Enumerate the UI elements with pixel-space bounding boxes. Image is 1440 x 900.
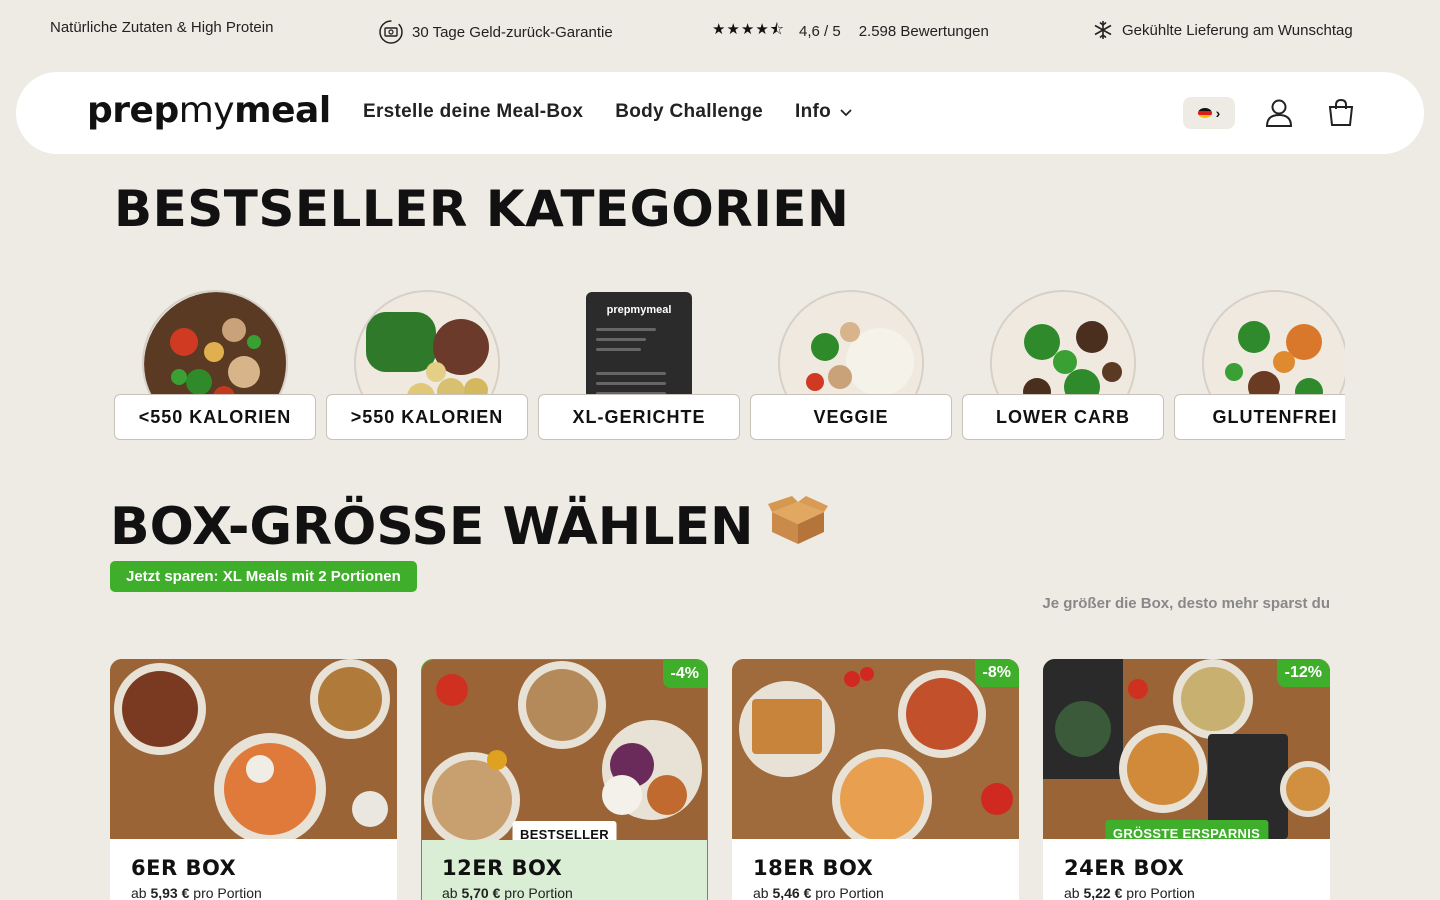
cart-icon[interactable] xyxy=(1326,98,1356,133)
logo-part-my: my xyxy=(178,90,235,131)
price-value: 5,46 € xyxy=(772,885,812,900)
package-text-line xyxy=(596,372,666,375)
category-glutenfree[interactable]: GLUTENFREI xyxy=(1174,288,1345,443)
category-label: <550 KALORIEN xyxy=(114,394,316,440)
review-count: 2.598 Bewertungen xyxy=(858,23,989,40)
discount-badge: -8% xyxy=(974,659,1019,687)
category-over-550[interactable]: >550 KALORIEN xyxy=(326,288,528,443)
category-veggie[interactable]: VEGGIE xyxy=(750,288,952,443)
box-title: 12ER BOX xyxy=(442,856,563,880)
bestseller-ribbon: BESTSELLER xyxy=(512,821,617,840)
category-label: >550 KALORIEN xyxy=(326,394,528,440)
logo-part-prep: prep xyxy=(87,90,179,131)
usp-delivery: Gekühlte Lieferung am Wunschtag xyxy=(1092,19,1353,41)
category-label: XL-GERICHTE xyxy=(538,394,740,440)
german-flag-icon xyxy=(1197,108,1212,118)
promo-badge[interactable]: Jetzt sparen: XL Meals mit 2 Portionen xyxy=(110,561,417,592)
price-suffix: pro Portion xyxy=(193,885,262,900)
usp-guarantee-text: 30 Tage Geld-zurück-Garantie xyxy=(412,23,613,41)
site-header: prepmymeal Erstelle deine Meal-Box Body … xyxy=(16,72,1424,154)
package-text-line xyxy=(596,382,666,385)
snowflake-icon xyxy=(1092,19,1114,41)
price-value: 5,70 € xyxy=(461,885,501,900)
user-icon[interactable] xyxy=(1265,98,1293,133)
package-text-line xyxy=(596,338,646,341)
money-back-icon xyxy=(378,19,404,45)
price-suffix: pro Portion xyxy=(504,885,573,900)
price-suffix: pro Portion xyxy=(1126,885,1195,900)
box-image: -12% GRÖSSTE ERSPARNIS xyxy=(1043,659,1330,839)
language-selector[interactable]: › xyxy=(1183,97,1235,129)
nav-info-label: Info xyxy=(794,101,832,122)
main-nav: Erstelle deine Meal-Box Body Challenge I… xyxy=(363,101,853,123)
usp-ingredients-text: Natürliche Zutaten & High Protein xyxy=(50,19,274,36)
box-size-title-text: BOX-GRÖSSE WÄHLEN xyxy=(110,496,754,557)
nav-challenge[interactable]: Body Challenge xyxy=(615,101,763,123)
price-prefix: ab xyxy=(131,885,147,900)
box-image xyxy=(110,659,397,839)
logo[interactable]: prepmymeal xyxy=(87,90,331,131)
price-value: 5,93 € xyxy=(150,885,190,900)
bestseller-title: BESTSELLER KATEGORIEN xyxy=(114,180,850,238)
usp-ingredients: Natürliche Zutaten & High Protein xyxy=(50,19,273,36)
category-lower-carb[interactable]: LOWER CARB xyxy=(962,288,1164,443)
package-logo: prepmymeal xyxy=(606,304,672,316)
best-savings-ribbon: GRÖSSTE ERSPARNIS xyxy=(1104,820,1269,839)
category-carousel: <550 KALORIEN >550 KALORIEN prepmymeal X… xyxy=(114,288,1345,443)
box-card-12[interactable]: -4% BESTSELLER 12ER BOX ab 5,70 € pro Po… xyxy=(421,659,708,900)
category-label: VEGGIE xyxy=(750,394,952,440)
box-price: ab 5,22 € pro Portion xyxy=(1064,885,1195,900)
discount-badge: -4% xyxy=(662,660,707,688)
box-image: -8% xyxy=(732,659,1019,839)
nav-mealbox[interactable]: Erstelle deine Meal-Box xyxy=(363,101,583,123)
discount-badge: -12% xyxy=(1276,659,1330,687)
lang-chevron: › xyxy=(1215,105,1221,121)
package-text-line xyxy=(596,348,641,351)
box-card-24[interactable]: -12% GRÖSSTE ERSPARNIS 24ER BOX ab 5,22 … xyxy=(1043,659,1330,900)
chevron-down-icon xyxy=(840,109,852,117)
star-icon: ★★★★⯪ xyxy=(712,21,785,38)
rating-value: 4,6 / 5 xyxy=(799,23,841,40)
box-price: ab 5,93 € pro Portion xyxy=(131,885,262,900)
logo-part-meal: meal xyxy=(234,90,331,131)
box-card-18[interactable]: -8% 18ER BOX ab 5,46 € pro Portion xyxy=(732,659,1019,900)
box-card-6[interactable]: 6ER BOX ab 5,93 € pro Portion xyxy=(110,659,397,900)
box-title: 6ER BOX xyxy=(131,856,237,880)
box-title: 24ER BOX xyxy=(1064,856,1185,880)
price-prefix: ab xyxy=(442,885,458,900)
usp-rating[interactable]: ★★★★⯪ 4,6 / 5 2.598 Bewertungen xyxy=(712,19,989,44)
usp-delivery-text: Gekühlte Lieferung am Wunschtag xyxy=(1122,21,1353,39)
box-size-title: BOX-GRÖSSE WÄHLEN xyxy=(110,494,830,559)
box-emoji-icon xyxy=(766,494,830,559)
box-image: -4% BESTSELLER xyxy=(422,660,707,840)
category-under-550[interactable]: <550 KALORIEN xyxy=(114,288,316,443)
usp-bar: Natürliche Zutaten & High Protein 30 Tag… xyxy=(0,0,1440,60)
nav-info[interactable]: Info xyxy=(795,101,853,123)
category-label: GLUTENFREI xyxy=(1174,394,1345,440)
box-price: ab 5,70 € pro Portion xyxy=(442,885,573,900)
usp-guarantee: 30 Tage Geld-zurück-Garantie xyxy=(378,19,613,45)
category-xl[interactable]: prepmymeal XL-GERICHTE xyxy=(538,288,740,443)
box-title: 18ER BOX xyxy=(753,856,874,880)
price-suffix: pro Portion xyxy=(815,885,884,900)
savings-hint: Je größer die Box, desto mehr sparst du xyxy=(1042,595,1330,612)
price-value: 5,22 € xyxy=(1083,885,1123,900)
package-text-line xyxy=(596,328,656,331)
price-prefix: ab xyxy=(1064,885,1080,900)
category-label: LOWER CARB xyxy=(962,394,1164,440)
price-prefix: ab xyxy=(753,885,769,900)
box-price: ab 5,46 € pro Portion xyxy=(753,885,884,900)
